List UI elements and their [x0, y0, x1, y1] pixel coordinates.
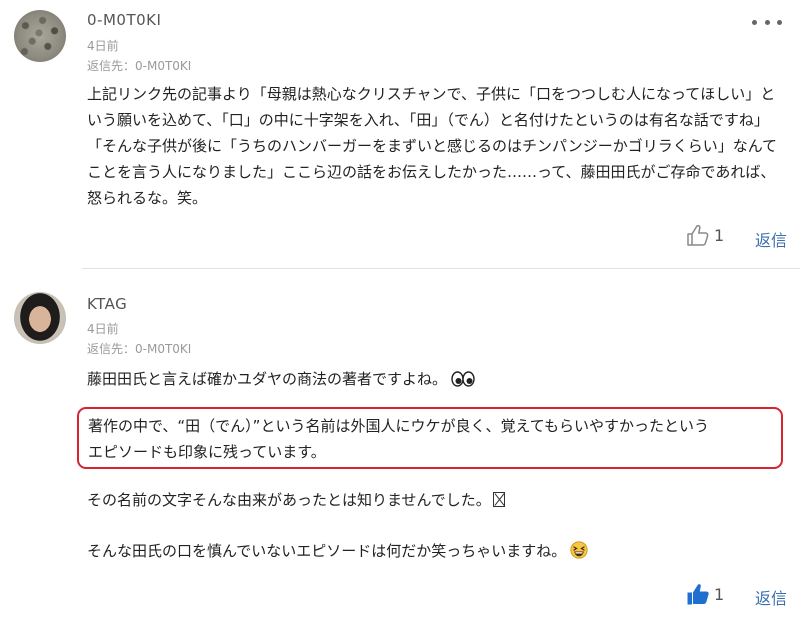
thumbs-up-filled-icon [687, 584, 709, 605]
reply-to-label: 返信先：0-M0T0KI [87, 342, 192, 356]
comment-paragraph-text: 藤田田氏と言えば確かユダヤの商法の著者ですよね。 [87, 370, 448, 388]
highlight-annotation-box: 著作の中で、“田（でん）”という名前は外国人にウケが良く、覚えてもらいやすかった… [77, 407, 783, 469]
user-avatar[interactable] [14, 292, 66, 344]
comment-timestamp: 4日前 [87, 322, 119, 336]
missing-glyph-icon [492, 492, 505, 507]
highlighted-paragraph: 著作の中で、“田（でん）”という名前は外国人にウケが良く、覚えてもらいやすかった… [88, 413, 778, 465]
comment-paragraph-text: その名前の文字そんな由来があったとは知りませんでした。 [87, 491, 491, 509]
highlighted-line-1: 著作の中で、“田（でん）”という名前は外国人にウケが良く、覚えてもらいやすかった… [88, 417, 709, 435]
highlighted-line-2: エピソードも印象に残っています。 [88, 443, 326, 461]
comment-paragraph: そんな田氏の口を慎んでいないエピソードは何だか笑っちゃいますね。 [87, 538, 588, 567]
comment-paragraph: その名前の文字そんな由来があったとは知りませんでした。 [87, 487, 505, 513]
reply-button[interactable]: 返信 [755, 585, 787, 609]
comment-username[interactable]: KTAG [87, 295, 127, 313]
comment-paragraph: 藤田田氏と言えば確かユダヤの商法の著者ですよね。 [87, 366, 475, 395]
laughing-face-emoji-icon [570, 541, 588, 567]
eyes-emoji-icon [451, 369, 475, 395]
like-button[interactable]: 1 [686, 583, 724, 605]
comment-paragraph-text: そんな田氏の口を慎んでいないエピソードは何だか笑っちゃいますね。 [87, 542, 567, 560]
like-count: 1 [714, 584, 725, 604]
comment-2: KTAG 4日前 返信先：0-M0T0KI 藤田田氏と言えば確かユダヤの商法の著… [0, 0, 800, 617]
